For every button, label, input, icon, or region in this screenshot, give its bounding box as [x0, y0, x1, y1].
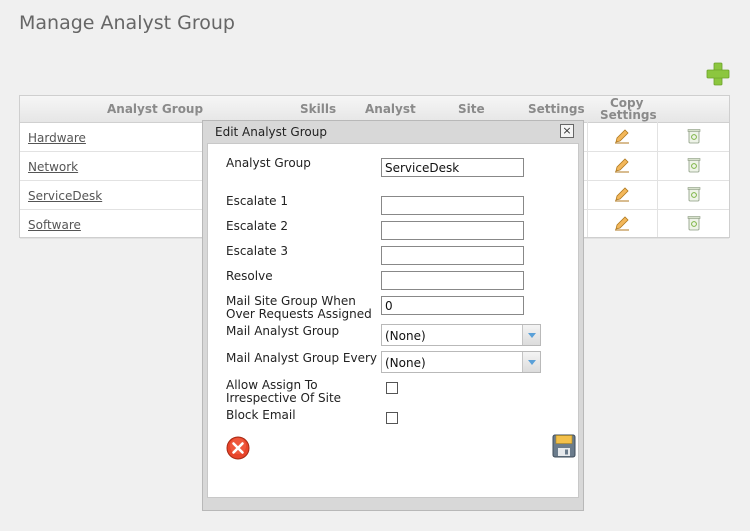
resolve-input[interactable]	[381, 271, 524, 290]
resolve-label: Resolve	[226, 269, 273, 283]
recycle-delete-icon[interactable]	[686, 186, 702, 202]
block-email-checkbox[interactable]	[386, 412, 398, 424]
escalate-1-input[interactable]	[381, 196, 524, 215]
add-group-button[interactable]	[706, 62, 730, 86]
recycle-delete-icon[interactable]	[686, 215, 702, 231]
group-link-hardware[interactable]: Hardware	[28, 131, 86, 145]
pencil-edit-icon[interactable]	[614, 186, 630, 202]
analyst-group-label: Analyst Group	[226, 156, 311, 170]
red-x-cancel-icon	[226, 436, 250, 460]
analyst-group-input[interactable]	[381, 158, 524, 177]
chevron-down-icon[interactable]	[522, 325, 540, 345]
mail-site-group-input[interactable]	[381, 296, 524, 315]
group-link-software[interactable]: Software	[28, 218, 81, 232]
mail-analyst-group-label: Mail Analyst Group	[226, 324, 340, 338]
cancel-button[interactable]	[226, 436, 250, 460]
plus-icon	[706, 62, 730, 86]
floppy-disk-save-icon	[552, 434, 576, 458]
save-button[interactable]	[552, 434, 576, 458]
pencil-edit-icon[interactable]	[614, 157, 630, 173]
block-email-label: Block Email	[226, 408, 296, 422]
escalate-3-label: Escalate 3	[226, 244, 289, 258]
mail-analyst-group-value: (None)	[385, 329, 426, 343]
recycle-delete-icon[interactable]	[686, 157, 702, 173]
column-header-settings[interactable]: Settings	[528, 102, 585, 116]
dialog-body: Analyst Group Escalate 1 Escalate 2 Esca…	[207, 143, 579, 498]
escalate-2-input[interactable]	[381, 221, 524, 240]
escalate-3-input[interactable]	[381, 246, 524, 265]
allow-assign-label-line2: Irrespective Of Site	[226, 391, 342, 405]
dialog-title: Edit Analyst Group	[215, 125, 327, 139]
mail-analyst-group-select[interactable]: (None)	[381, 324, 541, 346]
table-header: Analyst Group Skills Analyst Site Settin…	[20, 96, 729, 123]
group-link-servicedesk[interactable]: ServiceDesk	[28, 189, 102, 203]
escalate-1-label: Escalate 1	[226, 194, 289, 208]
allow-assign-checkbox[interactable]	[386, 382, 398, 394]
pencil-edit-icon[interactable]	[614, 215, 630, 231]
close-icon[interactable]: ×	[560, 124, 574, 138]
mail-analyst-group-every-value: (None)	[385, 356, 426, 370]
recycle-delete-icon[interactable]	[686, 128, 702, 144]
group-link-network[interactable]: Network	[28, 160, 78, 174]
mail-site-group-label-line2: Over Requests Assigned	[226, 307, 372, 321]
column-header-analyst[interactable]: Analyst	[365, 102, 416, 116]
chevron-down-icon[interactable]	[522, 352, 540, 372]
page-title: Manage Analyst Group	[19, 12, 235, 34]
mail-analyst-group-every-label: Mail Analyst Group Every	[226, 351, 378, 365]
column-header-copy-settings-line2: Settings	[600, 108, 657, 122]
escalate-2-label: Escalate 2	[226, 219, 289, 233]
edit-analyst-group-dialog: Edit Analyst Group × Analyst Group Escal…	[202, 120, 584, 511]
column-header-analyst-group[interactable]: Analyst Group	[107, 102, 203, 116]
mail-analyst-group-every-select[interactable]: (None)	[381, 351, 541, 373]
column-header-site[interactable]: Site	[458, 102, 485, 116]
column-header-skills[interactable]: Skills	[300, 102, 336, 116]
pencil-edit-icon[interactable]	[614, 128, 630, 144]
